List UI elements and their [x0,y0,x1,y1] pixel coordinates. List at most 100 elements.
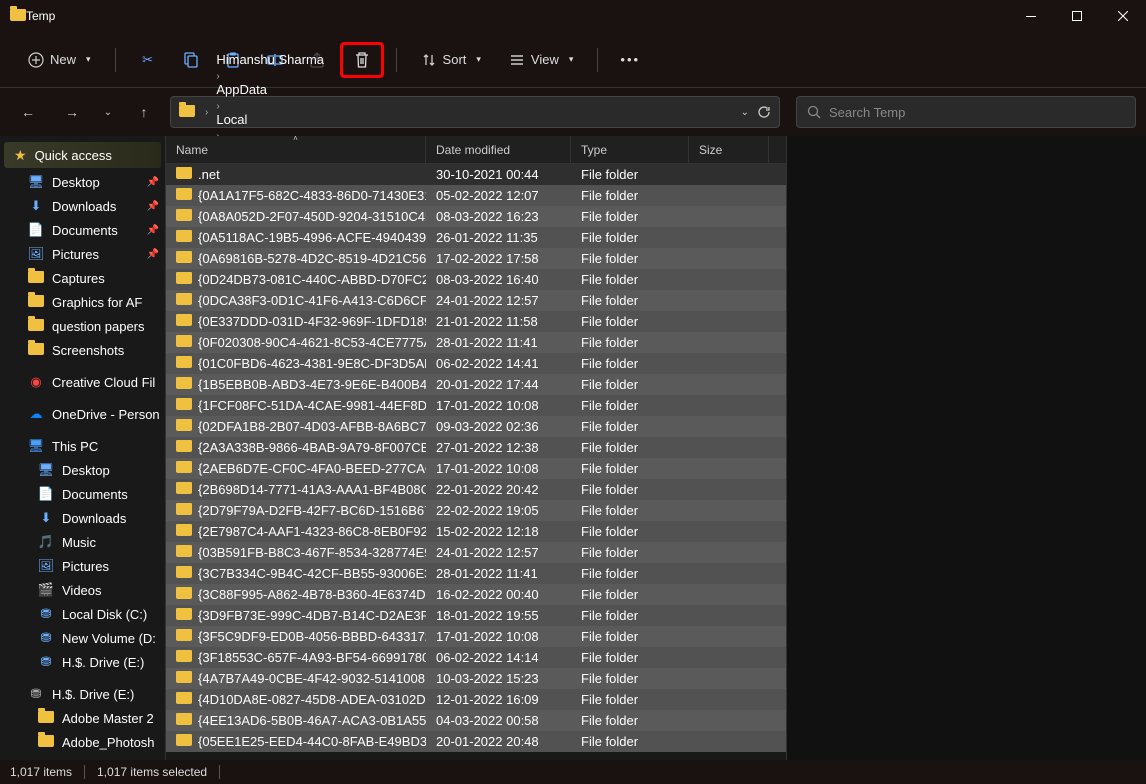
table-row[interactable]: {2D79F79A-D2FB-42F7-BC6D-1516B6710... 22… [166,500,786,521]
address-bar[interactable]: › Himanshu Sharma›AppData›Local›Temp› ⌄ [170,96,780,128]
file-type: File folder [571,293,689,308]
refresh-button[interactable] [757,105,771,119]
table-row[interactable]: {3C7B334C-9B4C-42CF-BB55-93006E3E9... 28… [166,563,786,584]
col-size[interactable]: Size [689,136,769,163]
table-row[interactable]: {4D10DA8E-0827-45D8-ADEA-03102DC2... 12-… [166,689,786,710]
table-row[interactable]: {0DCA38F3-0D1C-41F6-A413-C6D6CFB4... 24-… [166,290,786,311]
sidebar-item[interactable]: 🖼Pictures📌 [0,242,165,266]
sidebar-item[interactable]: 📄Documents📌 [0,218,165,242]
table-row[interactable]: {0F020308-90C4-4621-8C53-4CE7775A6A... 2… [166,332,786,353]
folder-icon [176,314,192,329]
copy-button[interactable] [172,42,210,78]
more-button[interactable]: ••• [610,42,650,78]
sidebar-item-creative-cloud[interactable]: ◉ Creative Cloud Fil [0,370,165,394]
minimize-button[interactable] [1008,0,1054,32]
table-row[interactable]: {3D9FB73E-999C-4DB7-B14C-D2AE3FC7A... 18… [166,605,786,626]
share-button[interactable] [298,42,336,78]
file-name: {4D10DA8E-0827-45D8-ADEA-03102DC2... [198,692,426,707]
folder-icon [176,419,192,434]
table-row[interactable]: {0D24DB73-081C-440C-ABBD-D70FC2371... 08… [166,269,786,290]
toolbar: New ▾ ✂ Sort ▾ View ▾ ••• [0,32,1146,88]
sidebar-item[interactable]: ⛃New Volume (D: [0,626,165,650]
sidebar-item[interactable]: ⬇Downloads [0,506,165,530]
sidebar-item[interactable]: 🖥Desktop📌 [0,170,165,194]
breadcrumb-item[interactable]: Local [212,112,328,127]
sidebar-item[interactable]: question papers [0,314,165,338]
sidebar-item[interactable]: Captures [0,266,165,290]
table-row[interactable]: {05EE1E25-EED4-44C0-8FAB-E49BD39420... 2… [166,731,786,752]
table-row[interactable]: {3C88F995-A862-4B78-B360-4E6374D143... 1… [166,584,786,605]
sidebar-item-drive[interactable]: ⛃ H.$. Drive (E:) [0,682,165,706]
maximize-button[interactable] [1054,0,1100,32]
sidebar-item[interactable]: ⛃Local Disk (C:) [0,602,165,626]
refresh-icon [757,105,771,119]
up-button[interactable]: ↑ [126,94,162,130]
table-row[interactable]: {2A3A338B-9866-4BAB-9A79-8F007CBD8... 27… [166,437,786,458]
file-name: {3F5C9DF9-ED0B-4056-BBBD-64331725E9... [198,629,426,644]
divider [396,48,397,72]
sidebar-item[interactable]: 🎬Videos [0,578,165,602]
sidebar-item-onedrive[interactable]: ☁ OneDrive - Person [0,402,165,426]
table-row[interactable]: {0A1A17F5-682C-4833-86D0-71430E31EF... 0… [166,185,786,206]
table-row[interactable]: {2E7987C4-AAF1-4323-86C8-8EB0F92F23... 1… [166,521,786,542]
close-button[interactable] [1100,0,1146,32]
file-type: File folder [571,461,689,476]
chevron-down-icon[interactable]: ⌄ [741,107,749,118]
folder-icon [176,503,192,518]
table-row[interactable]: {0A5118AC-19B5-4996-ACFE-4940439D9... 26… [166,227,786,248]
sort-button[interactable]: Sort ▾ [409,42,493,78]
table-row[interactable]: {2B698D14-7771-41A3-AAA1-BF4B08CA0... 22… [166,479,786,500]
sidebar-item[interactable]: ⬇Downloads📌 [0,194,165,218]
table-row[interactable]: {1B5EBB0B-ABD3-4E73-9E6E-B400B45B1... 20… [166,374,786,395]
file-name: {0F020308-90C4-4621-8C53-4CE7775A6A... [198,335,426,350]
table-row[interactable]: {0A8A052D-2F07-450D-9204-31510C4DA... 08… [166,206,786,227]
table-row[interactable]: {3F18553C-657F-4A93-BF54-66991780AE6... … [166,647,786,668]
sidebar-item[interactable]: 🖼Pictures [0,554,165,578]
sidebar-item[interactable]: 🖥Desktop [0,458,165,482]
table-row[interactable]: {03B591FB-B8C3-467F-8534-328774E9BD... 2… [166,542,786,563]
file-type: File folder [571,587,689,602]
view-button[interactable]: View ▾ [497,42,585,78]
file-date: 06-02-2022 14:14 [426,650,571,665]
table-row[interactable]: {0E337DDD-031D-4F32-969F-1DFD189964... 2… [166,311,786,332]
sidebar-item-thispc[interactable]: 🖥 This PC [0,434,165,458]
col-name[interactable]: Name˄ [166,136,426,163]
chevron-right-icon: › [201,107,212,118]
quick-access[interactable]: ★ Quick access [4,142,161,168]
recent-button[interactable]: ⌄ [98,94,118,130]
plus-circle-icon [28,52,44,68]
back-button[interactable]: ← [10,94,46,130]
search-input[interactable] [829,105,1125,120]
sidebar-item[interactable]: 🎵Music [0,530,165,554]
table-row[interactable]: {4A7B7A49-0CBE-4F42-9032-5141008D4D... 1… [166,668,786,689]
file-type: File folder [571,629,689,644]
search-box[interactable] [796,96,1136,128]
breadcrumb-item[interactable]: AppData [212,82,328,97]
videos-icon: 🎬 [38,582,54,598]
table-row[interactable]: .net 30-10-2021 00:44 File folder [166,164,786,185]
cut-button[interactable]: ✂ [128,42,168,78]
table-row[interactable]: {0A69816B-5278-4D2C-8519-4D21C5646B... 1… [166,248,786,269]
forward-button[interactable]: → [54,94,90,130]
sidebar-item[interactable]: 📄Documents [0,482,165,506]
sidebar-item[interactable]: Adobe Master 2 [0,706,165,730]
file-name: {01C0FBD6-4623-4381-9E8C-DF3D5ABF8... [198,356,426,371]
sidebar-item[interactable]: ⛃H.$. Drive (E:) [0,650,165,674]
file-type: File folder [571,272,689,287]
table-row[interactable]: {02DFA1B8-2B07-4D03-AFBB-8A6BC7C0... 09-… [166,416,786,437]
table-row[interactable]: {4EE13AD6-5B0B-46A7-ACA3-0B1A55237... 04… [166,710,786,731]
table-row[interactable]: {2AEB6D7E-CF0C-4FA0-BEED-277CAC5E3... 17… [166,458,786,479]
table-row[interactable]: {1FCF08FC-51DA-4CAE-9981-44EF8DCA5... 17… [166,395,786,416]
navbar: ← → ⌄ ↑ › Himanshu Sharma›AppData›Local›… [0,88,1146,136]
new-button[interactable]: New ▾ [16,42,103,78]
sidebar-item[interactable]: Screenshots [0,338,165,362]
col-type[interactable]: Type [571,136,689,163]
sidebar-item[interactable]: Graphics for AF [0,290,165,314]
file-name: {3D9FB73E-999C-4DB7-B14C-D2AE3FC7A... [198,608,426,623]
col-date[interactable]: Date modified [426,136,571,163]
table-row[interactable]: {3F5C9DF9-ED0B-4056-BBBD-64331725E9... 1… [166,626,786,647]
table-row[interactable]: {01C0FBD6-4623-4381-9E8C-DF3D5ABF8... 06… [166,353,786,374]
file-date: 08-03-2022 16:40 [426,272,571,287]
sidebar-item[interactable]: Adobe_Photosh [0,730,165,754]
delete-button[interactable] [340,42,384,78]
